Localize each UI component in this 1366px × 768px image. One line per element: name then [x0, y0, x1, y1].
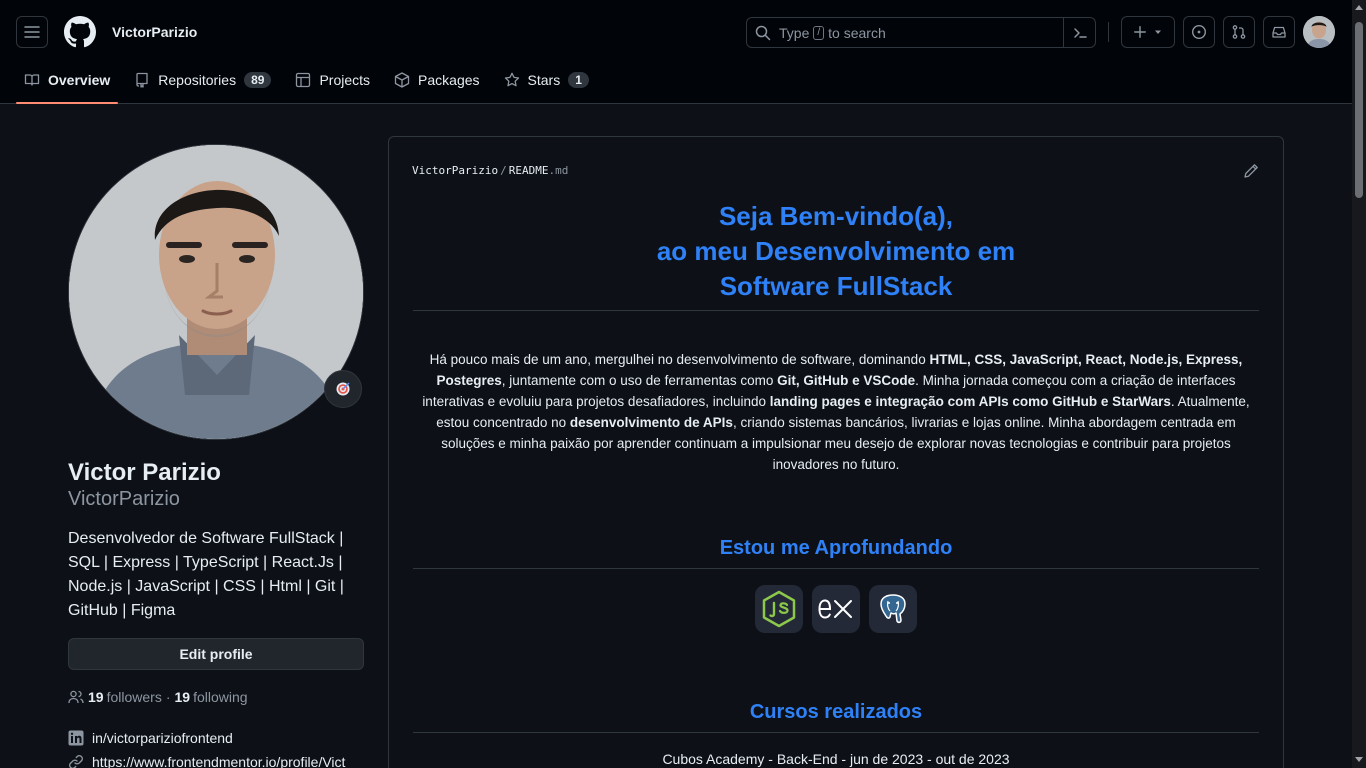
section-heading-learning: Estou me Aprofundando	[719, 537, 953, 559]
search-placeholder-suffix: to search	[828, 24, 886, 41]
people-icon	[68, 690, 84, 704]
readme-intro-paragraph: Há pouco mais de um ano, mergulhei no de…	[413, 349, 1259, 475]
intro-text-1: Há pouco mais de um ano, mergulhei no de…	[429, 352, 930, 367]
tab-packages-label: Packages	[418, 72, 480, 88]
tab-repositories-label: Repositories	[158, 72, 237, 88]
pull-requests-button[interactable]	[1223, 16, 1255, 48]
header-divider	[1108, 22, 1109, 42]
tab-projects-label: Projects	[319, 72, 371, 88]
readme-path: VictorParizio / README.md	[412, 164, 568, 177]
following-link[interactable]: following	[193, 689, 247, 705]
course-item: Cubos Academy - Back-End - jun de 2023 -…	[662, 751, 1010, 767]
linkedin-icon	[68, 730, 84, 746]
create-new-button[interactable]	[1121, 16, 1175, 48]
profile-full-name: Victor Parizio	[68, 459, 221, 486]
plus-icon	[1134, 26, 1146, 38]
tab-packages[interactable]: Packages	[386, 64, 487, 96]
scroll-down-arrow-icon[interactable]	[1355, 757, 1363, 762]
triangle-down-icon	[1155, 30, 1161, 34]
dart-target-icon	[336, 382, 350, 396]
page-scrollbar[interactable]	[1352, 0, 1366, 768]
readme-title-line3: Software FullStack	[719, 271, 953, 301]
search-placeholder-prefix: Type	[779, 24, 810, 41]
profile-username: VictorParizio	[68, 488, 180, 510]
tech-icons	[755, 585, 926, 633]
linkedin-link[interactable]: in/victorpariziofrontend	[92, 730, 233, 746]
intro-bold-4: desenvolvimento de APIs	[569, 415, 733, 430]
search-input[interactable]: Type / to search	[746, 17, 1096, 48]
edit-profile-button[interactable]: Edit profile	[68, 638, 364, 670]
star-icon	[504, 72, 519, 87]
inbox-button[interactable]	[1263, 16, 1295, 48]
repositories-counter: 89	[244, 72, 272, 88]
section1-divider	[413, 568, 1259, 569]
profile-tabs: Overview Repositories 89 Projects Packag…	[16, 64, 605, 104]
set-status-button[interactable]	[324, 370, 362, 408]
tab-overview[interactable]: Overview	[16, 64, 119, 104]
terminal-icon	[1073, 27, 1087, 38]
inbox-icon	[1272, 26, 1286, 38]
follow-separator: ·	[165, 689, 171, 705]
readme-path-file[interactable]: README	[509, 164, 549, 177]
readme-path-separator: /	[500, 164, 507, 177]
avatar-icon	[1303, 16, 1335, 48]
book-icon	[24, 74, 40, 86]
menu-button[interactable]	[16, 16, 48, 48]
postgresql-icon	[869, 585, 917, 633]
intro-bold-3: landing pages e integração com APIs como…	[769, 394, 1171, 409]
repo-icon	[136, 72, 148, 88]
intro-text-2: , juntamente com o uso de ferramentas co…	[501, 373, 778, 388]
link-icon	[69, 755, 83, 768]
table-icon	[296, 72, 311, 88]
issues-button[interactable]	[1183, 16, 1215, 48]
search-icon	[755, 25, 771, 40]
global-header: VictorParizio Type / to search Overview …	[0, 0, 1352, 104]
readme-path-owner[interactable]: VictorParizio	[412, 164, 498, 177]
package-icon	[394, 72, 410, 88]
tab-overview-label: Overview	[48, 72, 111, 88]
tab-stars[interactable]: Stars 1	[496, 64, 597, 96]
express-icon	[812, 585, 860, 633]
readme-title-line1: Seja Bem-vindo(a),	[718, 201, 954, 231]
title-divider	[413, 310, 1259, 311]
user-avatar-menu[interactable]	[1303, 16, 1335, 48]
readme-title-line2: ao meu Desenvolvimento em	[656, 236, 1016, 266]
context-username-link[interactable]: VictorParizio	[112, 24, 197, 40]
pencil-icon	[1244, 164, 1258, 178]
tab-repositories[interactable]: Repositories 89	[126, 64, 279, 96]
website-link-row[interactable]: https://www.frontendmentor.io/profile/Vi…	[68, 754, 345, 768]
scrollbar-thumb[interactable]	[1355, 22, 1363, 198]
git-pull-request-icon	[1232, 25, 1246, 39]
following-count[interactable]: 19	[175, 689, 191, 705]
profile-avatar[interactable]	[68, 144, 364, 440]
readme-path-ext: .md	[548, 164, 569, 177]
profile-photo-icon	[69, 145, 363, 439]
followers-count[interactable]: 19	[88, 689, 104, 705]
stars-counter: 1	[568, 72, 589, 88]
intro-bold-2: Git, GitHub e VSCode	[777, 373, 916, 388]
hamburger-icon	[24, 26, 40, 38]
followers-link[interactable]: followers	[107, 689, 162, 705]
linkedin-link-row[interactable]: in/victorpariziofrontend	[68, 730, 233, 746]
readme-title: Seja Bem-vindo(a), ao meu Desenvolviment…	[413, 199, 1259, 304]
tab-stars-label: Stars	[527, 72, 561, 88]
search-shortcut-key: /	[813, 25, 825, 40]
issue-opened-icon	[1191, 24, 1207, 40]
tab-projects[interactable]: Projects	[287, 64, 378, 96]
command-palette-button[interactable]	[1063, 18, 1095, 47]
github-logo-icon[interactable]	[64, 16, 96, 48]
profile-readme: VictorParizio / README.md Seja Bem-vindo(a…	[388, 136, 1284, 768]
website-link[interactable]: https://www.frontendmentor.io/profile/Vi…	[92, 754, 345, 768]
nodejs-icon	[755, 585, 803, 633]
profile-bio: Desenvolvedor de Software FullStack | SQ…	[68, 530, 344, 619]
section-heading-courses: Cursos realizados	[749, 701, 923, 723]
scroll-up-arrow-icon[interactable]	[1355, 5, 1363, 10]
section2-divider	[413, 732, 1259, 733]
follow-stats: 19 followers · 19 following	[68, 689, 248, 705]
edit-readme-button[interactable]	[1243, 163, 1259, 182]
